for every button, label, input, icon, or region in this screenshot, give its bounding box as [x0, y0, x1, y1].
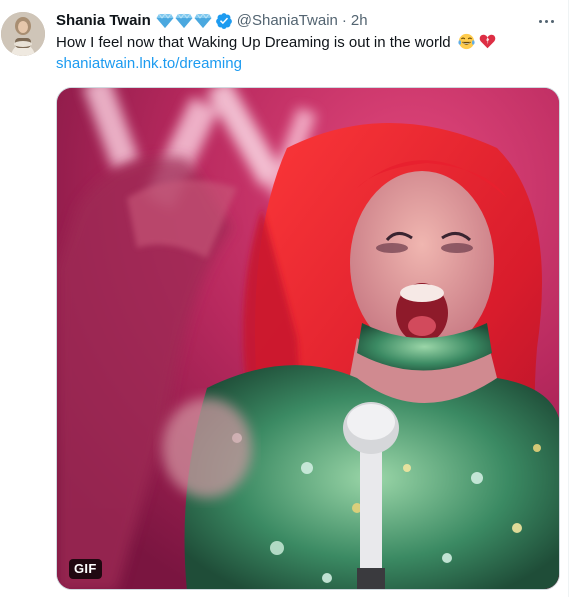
tweet-link[interactable]: shaniatwain.lnk.to/dreaming: [56, 54, 242, 74]
tweet-header: Shania Twain @ShaniaTwain · 2h: [56, 11, 368, 31]
gif-media[interactable]: GIF: [56, 87, 560, 590]
display-name[interactable]: Shania Twain: [56, 11, 151, 31]
handle[interactable]: @ShaniaTwain: [237, 11, 338, 31]
tweet-text: How I feel now that Waking Up Dreaming i…: [56, 33, 556, 53]
separator: ·: [341, 12, 347, 29]
gif-frame: [57, 88, 559, 589]
diamond-icon: [156, 13, 174, 28]
tweet[interactable]: Shania Twain @ShaniaTwain · 2h How I fee…: [0, 0, 569, 597]
diamond-icon: [194, 13, 212, 28]
timestamp[interactable]: 2h: [351, 11, 368, 31]
avatar[interactable]: [1, 12, 45, 56]
name-emojis: [156, 13, 212, 29]
verified-badge-icon[interactable]: [215, 12, 233, 30]
tears-of-joy-icon: [458, 33, 475, 50]
tweet-text-content: How I feel now that Waking Up Dreaming i…: [56, 34, 451, 51]
broken-heart-icon: [479, 34, 496, 49]
more-options-icon[interactable]: [535, 11, 557, 31]
gif-badge: GIF: [69, 559, 102, 579]
diamond-icon: [175, 13, 193, 28]
